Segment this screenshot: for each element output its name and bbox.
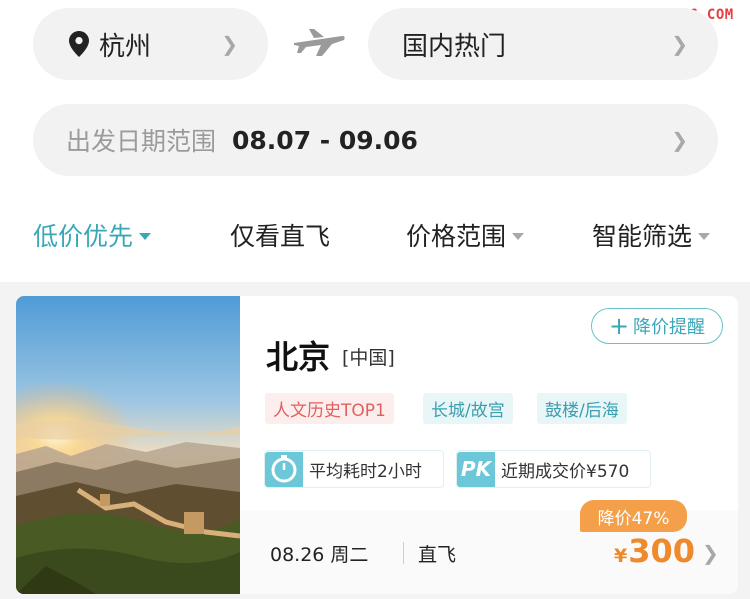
avg-duration-badge: 平均耗时2小时 — [264, 450, 444, 488]
origin-city: 杭州 — [99, 31, 152, 62]
search-panel: CPQG.COM 杭州 ❯ 国内热门 ❯ 出发日期范围 08.07 - 09.0… — [0, 0, 750, 282]
filter-label: 仅看直飞 — [230, 222, 331, 251]
price-alert-label: 降价提醒 — [633, 317, 706, 338]
location-pin-icon — [69, 31, 89, 57]
destination-label: 国内热门 — [402, 31, 507, 62]
city-name: 北京 — [266, 338, 331, 376]
filter-label: 价格范围 — [406, 222, 507, 251]
destination-card[interactable]: 北京 [中国] + 降价提醒 人文历史TOP1 长城/故宫 鼓楼/后海 平均耗时… — [16, 296, 738, 594]
country-name: [中国] — [342, 347, 395, 369]
price-alert-button[interactable]: + 降价提醒 — [591, 308, 723, 344]
currency-symbol: ¥ — [614, 545, 628, 567]
recent-price-text: 近期成交价¥570 — [501, 461, 630, 482]
chevron-right-icon: ❯ — [702, 541, 719, 565]
recent-price-badge: PK 近期成交价¥570 — [456, 450, 651, 488]
caret-down-icon — [139, 232, 152, 240]
caret-down-icon — [698, 232, 711, 240]
origin-selector[interactable]: 杭州 ❯ — [33, 8, 268, 80]
filter-bar: 低价优先 仅看直飞 价格范围 智能筛选 — [0, 210, 750, 262]
caret-down-icon — [512, 232, 525, 240]
date-range-selector[interactable]: 出发日期范围 08.07 - 09.06 ❯ — [33, 104, 718, 176]
chevron-right-icon: ❯ — [671, 32, 688, 56]
great-wall-photo — [16, 296, 240, 594]
date-range-value: 08.07 - 09.06 — [232, 125, 418, 155]
chevron-right-icon: ❯ — [671, 128, 688, 152]
filter-smart[interactable]: 智能筛选 — [592, 210, 711, 260]
airplane-icon — [294, 29, 345, 56]
filter-label: 智能筛选 — [592, 222, 693, 251]
filter-price-range[interactable]: 价格范围 — [406, 210, 525, 260]
plus-icon: + — [608, 312, 630, 340]
tag-culture-history: 人文历史TOP1 — [265, 393, 394, 424]
pk-icon: PK — [457, 451, 495, 487]
price-value: 300 — [628, 532, 696, 570]
divider — [403, 542, 404, 564]
avg-duration-text: 平均耗时2小时 — [309, 461, 422, 482]
stopwatch-icon — [265, 451, 303, 487]
destination-selector[interactable]: 国内热门 ❯ — [368, 8, 718, 80]
price: ¥ 300 — [614, 532, 695, 570]
flight-type: 直飞 — [418, 544, 457, 566]
filter-label: 低价优先 — [33, 222, 134, 251]
pk-label: PK — [460, 457, 492, 481]
discount-badge: 降价47% — [580, 500, 687, 532]
departure-date: 08.26 周二 — [270, 544, 369, 566]
tag-great-wall: 长城/故宫 — [423, 393, 513, 424]
chevron-right-icon: ❯ — [221, 32, 238, 56]
tag-drum-tower: 鼓楼/后海 — [537, 393, 627, 424]
date-range-label: 出发日期范围 — [66, 127, 217, 156]
filter-low-price-first[interactable]: 低价优先 — [33, 210, 152, 260]
filter-direct-only[interactable]: 仅看直飞 — [230, 210, 330, 260]
